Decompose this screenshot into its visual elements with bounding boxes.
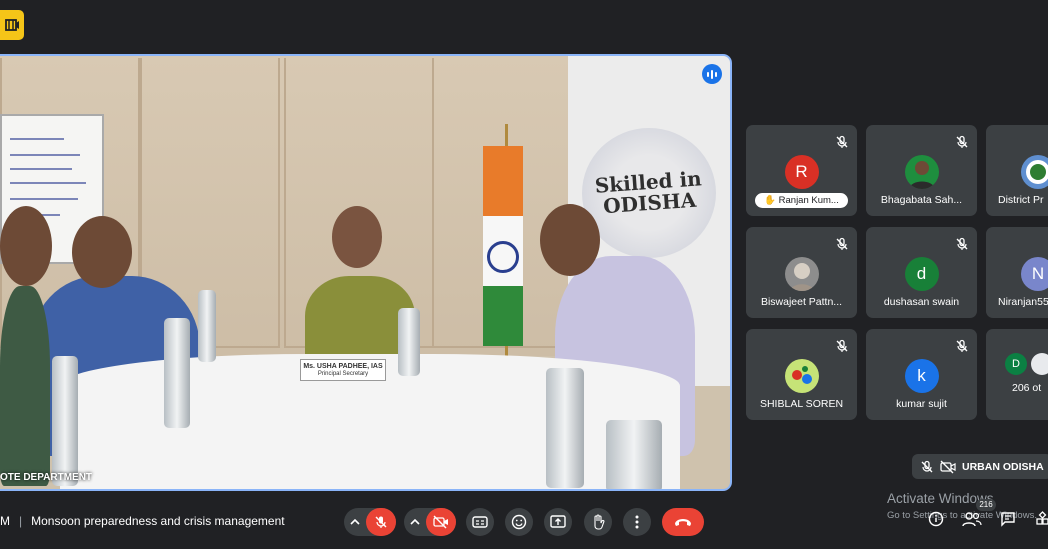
- avatar-photo: [784, 257, 819, 291]
- camera-control-group[interactable]: [404, 508, 456, 536]
- avatar: N: [1021, 257, 1048, 291]
- avatar-photo: [904, 155, 939, 189]
- participant-tile[interactable]: N Niranjan55: [986, 227, 1048, 318]
- avatar: R: [784, 155, 819, 189]
- water-bottle: [606, 420, 662, 489]
- participant-tile[interactable]: Biswajeet Pattn...: [746, 227, 857, 318]
- hand-icon: [594, 514, 605, 530]
- more-options-button[interactable]: [623, 508, 651, 536]
- activities-icon: [1036, 511, 1048, 525]
- participant-far-left: [0, 286, 50, 486]
- mic-off-icon: [921, 460, 933, 472]
- chat-button[interactable]: [1000, 511, 1016, 532]
- participant-tile[interactable]: District Pr: [986, 125, 1048, 216]
- meeting-title: Monsoon preparedness and crisis manageme…: [31, 514, 285, 528]
- participant-name: ✋ Ranjan Kum...: [755, 193, 848, 208]
- participant-tile[interactable]: Bhagabata Sah...: [866, 125, 977, 216]
- presenter-name: URBAN ODISHA: [962, 460, 1044, 473]
- water-bottle: [546, 368, 584, 488]
- participant-name: kumar sujit: [896, 398, 947, 410]
- captions-button[interactable]: [466, 508, 494, 536]
- people-button[interactable]: [962, 511, 982, 532]
- info-icon: [928, 511, 944, 527]
- water-bottle: [52, 356, 78, 486]
- skilled-in-odisha-poster: Skilled in ODISHA: [582, 128, 716, 258]
- raised-hand-icon: ✋: [764, 195, 776, 206]
- activities-button[interactable]: [1036, 511, 1048, 532]
- participant-name: District Pr: [998, 194, 1044, 206]
- others-count-label: 206 ot: [1012, 382, 1042, 394]
- main-video-feed[interactable]: Skilled in ODISHA Ms. USHA PADHEE, IAS P…: [0, 54, 732, 491]
- participant-name: dushasan swain: [883, 296, 960, 308]
- mic-off-icon: [836, 135, 848, 148]
- meeting-time: M: [0, 514, 10, 528]
- participant-far-left-head: [0, 206, 52, 286]
- present-screen-button[interactable]: [544, 508, 572, 536]
- reactions-button[interactable]: [505, 508, 533, 536]
- chevron-up-icon[interactable]: [344, 519, 366, 525]
- chevron-up-icon[interactable]: [404, 519, 426, 525]
- nameplate: Ms. USHA PADHEE, IAS Principal Secretary: [300, 359, 386, 381]
- participant-count-badge: 216: [976, 499, 996, 511]
- participant-left-man-head: [72, 216, 132, 288]
- others-tile[interactable]: D 206 ot: [986, 329, 1048, 420]
- mic-control-group[interactable]: [344, 508, 396, 536]
- presenter-bar[interactable]: URBAN ODISHA: [912, 454, 1048, 479]
- emoji-icon: [511, 514, 527, 530]
- mic-off-icon: [956, 237, 968, 250]
- people-icon: [962, 512, 982, 527]
- participant-center-woman-head: [332, 206, 382, 268]
- water-bottle: [164, 318, 190, 428]
- camera-toggle-button[interactable]: [426, 508, 456, 536]
- separator: |: [19, 514, 23, 528]
- more-vert-icon: [635, 515, 639, 529]
- avatar: D: [1005, 353, 1027, 375]
- participant-tile[interactable]: SHIBLAL SOREN: [746, 329, 857, 420]
- mic-off-icon: [956, 339, 968, 352]
- participant-name: Biswajeet Pattn...: [760, 296, 843, 308]
- participant-name: Niranjan55: [998, 296, 1048, 308]
- meeting-details-button[interactable]: [928, 511, 944, 532]
- participant-tile[interactable]: R ✋ Ranjan Kum...: [746, 125, 857, 216]
- mic-off-icon: [836, 237, 848, 250]
- participant-name: Bhagabata Sah...: [880, 194, 963, 206]
- avatar: d: [904, 257, 939, 291]
- speaking-indicator-icon: [702, 64, 722, 84]
- participant-tile[interactable]: d dushasan swain: [866, 227, 977, 318]
- camera-off-icon: [433, 515, 448, 529]
- avatar: [1031, 353, 1048, 375]
- avatar: k: [904, 359, 939, 393]
- captions-icon: [472, 516, 488, 528]
- present-icon: [550, 515, 566, 528]
- india-flag: [483, 146, 523, 346]
- raise-hand-button[interactable]: [584, 508, 612, 536]
- avatar-logo: [784, 359, 819, 393]
- chat-icon: [1001, 512, 1015, 527]
- mic-toggle-button[interactable]: [366, 508, 396, 536]
- leave-call-button[interactable]: [662, 508, 704, 536]
- camera-off-icon: [940, 460, 956, 473]
- mic-off-icon: [836, 339, 848, 352]
- water-bottle: [398, 308, 420, 376]
- water-bottle: [198, 290, 216, 362]
- end-call-icon: [675, 519, 691, 526]
- mic-off-icon: [956, 135, 968, 148]
- meet-logo-icon[interactable]: [0, 10, 24, 40]
- meeting-info: M | Monsoon preparedness and crisis mana…: [0, 514, 285, 528]
- video-participant-label: OTE DEPARTMENT: [0, 472, 93, 483]
- participant-right-man-head: [540, 204, 600, 276]
- participant-name: SHIBLAL SOREN: [759, 398, 844, 410]
- participant-tile[interactable]: k kumar sujit: [866, 329, 977, 420]
- mic-off-icon: [375, 516, 387, 528]
- avatar-emblem: [1021, 155, 1048, 189]
